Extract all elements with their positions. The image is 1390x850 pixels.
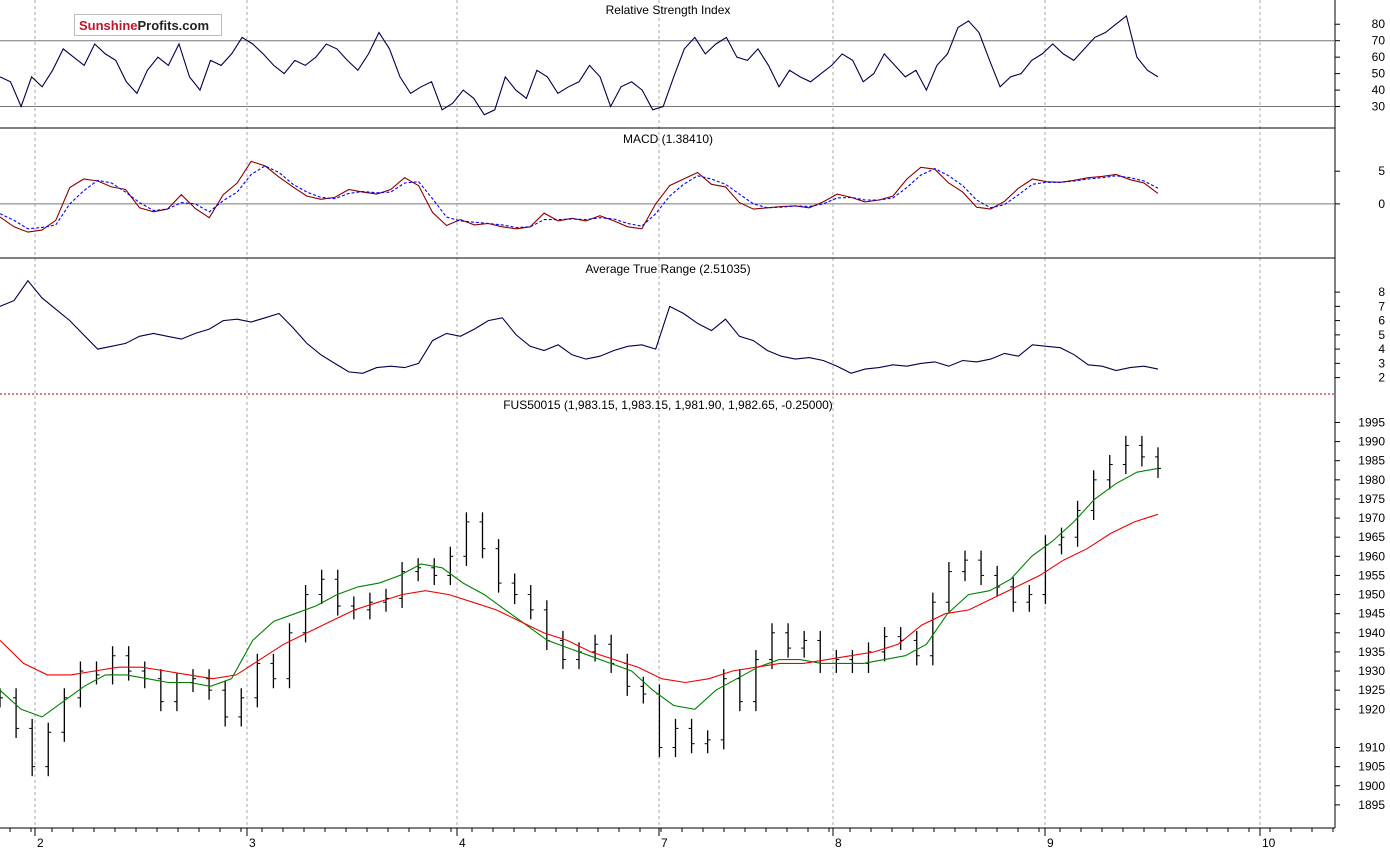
y-tick-label: 50: [1372, 67, 1386, 81]
y-tick-label: 1905: [1358, 760, 1385, 774]
y-tick-label: 1970: [1358, 511, 1385, 525]
panel-3: Average True Range (2.51035) 8765432: [0, 262, 1385, 395]
x-tick-label: 10: [1262, 836, 1276, 850]
y-tick-label: 1900: [1358, 779, 1385, 793]
y-tick-label: 1955: [1358, 568, 1385, 582]
y-tick-label: 1985: [1358, 454, 1385, 468]
series-line-2: [0, 165, 1159, 230]
y-tick-label: 0: [1378, 197, 1385, 211]
y-tick-label: 1930: [1358, 664, 1385, 678]
y-tick-label: 1980: [1358, 473, 1385, 487]
x-tick-label: 9: [1047, 836, 1054, 850]
y-tick-label: 3: [1378, 356, 1385, 370]
stock-chart: Relative Strength Index807060504030MACD …: [0, 0, 1385, 850]
series-line-1: [0, 467, 1159, 718]
y-tick-label: 1920: [1358, 702, 1385, 716]
x-tick-label: 7: [661, 836, 668, 850]
panel-2: MACD (1.38410) 5 0: [0, 132, 1385, 259]
y-tick-label: 5: [1378, 328, 1385, 342]
chart-frame: [0, 0, 1336, 829]
y-tick-label: 2: [1378, 371, 1385, 385]
price-bars: [0, 435, 1161, 777]
y-tick-label: 70: [1372, 34, 1386, 48]
y-tick-label: 1925: [1358, 683, 1385, 697]
x-tick-label: 4: [459, 836, 466, 850]
panel-title: Relative Strength Index: [606, 3, 731, 17]
y-tick-label: 1895: [1358, 798, 1385, 812]
y-tick-label: 1975: [1358, 492, 1385, 506]
y-tick-label: 40: [1372, 83, 1386, 97]
y-tick-label: 1935: [1358, 645, 1385, 659]
chart-panels: Relative Strength Index807060504030MACD …: [0, 3, 1385, 812]
series-line-1: [0, 279, 1159, 374]
y-tick-label: 1950: [1358, 588, 1385, 602]
x-tick-label: 2: [37, 836, 44, 850]
y-tick-label: 6: [1378, 314, 1385, 328]
y-tick-label: 1945: [1358, 607, 1385, 621]
y-tick-label: 80: [1372, 17, 1386, 31]
y-tick-label: 8: [1378, 285, 1385, 299]
x-axis: 2 3 4 7 8 9 10: [9, 828, 1334, 850]
y-tick-label: 4: [1378, 342, 1385, 356]
vertical-gridlines: [34, 0, 1261, 828]
y-tick-label: 1995: [1358, 415, 1385, 429]
y-tick-label: 5: [1378, 164, 1385, 178]
series-line-1: [0, 160, 1159, 233]
y-tick-label: 1990: [1358, 435, 1385, 449]
y-tick-label: 60: [1372, 50, 1386, 64]
y-tick-label: 1910: [1358, 741, 1385, 755]
y-tick-label: 7: [1378, 299, 1385, 313]
x-tick-label: 8: [835, 836, 842, 850]
y-tick-label: 1965: [1358, 530, 1385, 544]
panel-title: Average True Range (2.51035): [585, 262, 750, 276]
panel-4: FUS50015 (1,983.15, 1,983.15, 1,981.90, …: [0, 398, 1385, 812]
sunshine-profits-logo: Sunshine Profits.com: [74, 14, 222, 36]
y-tick-label: 1960: [1358, 549, 1385, 563]
panel-title: MACD (1.38410): [623, 132, 713, 146]
y-tick-label: 1940: [1358, 626, 1385, 640]
panel-title: FUS50015 (1,983.15, 1,983.15, 1,981.90, …: [503, 398, 833, 412]
y-tick-label: 30: [1372, 100, 1386, 114]
x-tick-label: 3: [249, 836, 256, 850]
